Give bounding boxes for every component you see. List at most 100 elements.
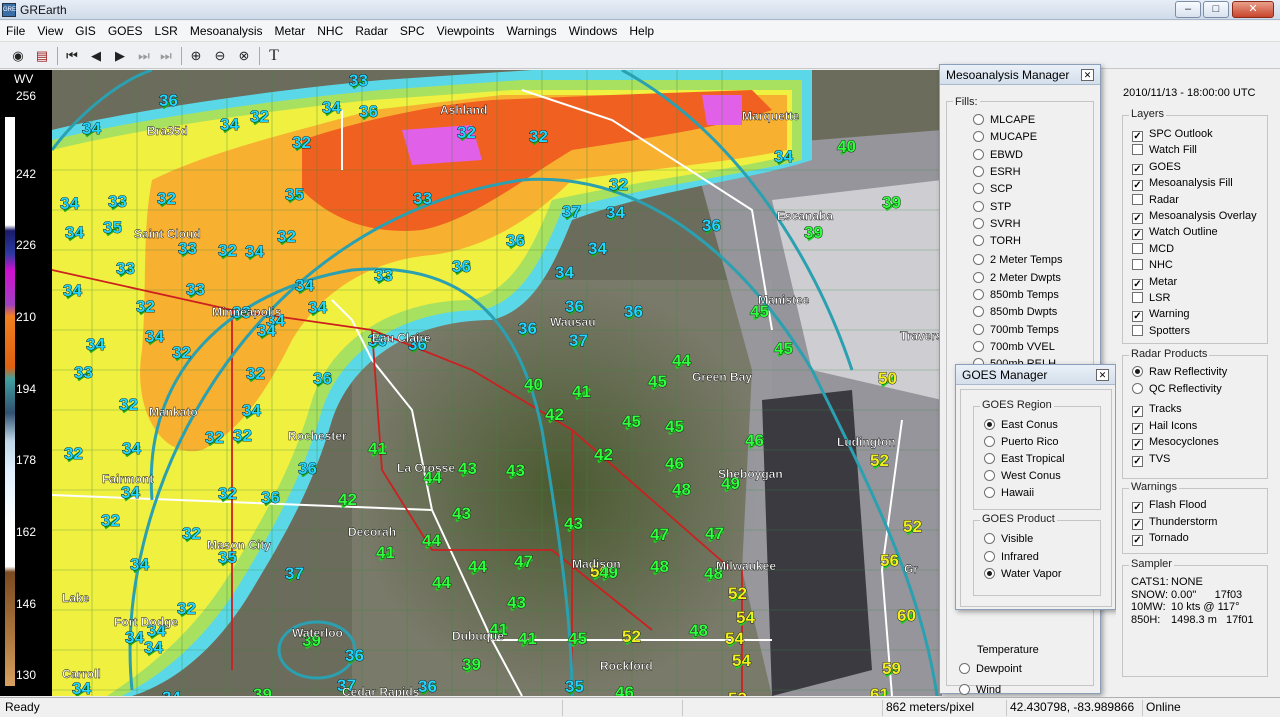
radio-button[interactable] <box>973 114 984 125</box>
fill-option-ebwd[interactable]: EBWD <box>973 148 1023 165</box>
radio-button[interactable] <box>984 470 995 481</box>
checkbox[interactable] <box>1132 259 1143 271</box>
overlay-option-dewpoint[interactable]: Dewpoint <box>959 663 1022 679</box>
menu-lsr[interactable]: LSR <box>149 21 184 38</box>
radio-button[interactable] <box>973 165 984 177</box>
checkbox[interactable]: ✓ <box>1132 278 1143 290</box>
goes-region-west-conus[interactable]: West Conus <box>984 470 1061 486</box>
radar-qc-reflectivity[interactable]: QC Reflectivity <box>1132 382 1222 399</box>
checkbox[interactable]: ✓ <box>1132 131 1143 142</box>
radio-button[interactable] <box>973 289 984 300</box>
fill-option-stp[interactable]: STP <box>973 200 1011 217</box>
fill-option-torh[interactable]: TORH <box>973 235 1021 251</box>
checkbox[interactable]: ✓ <box>1132 535 1143 546</box>
layer-lsr[interactable]: LSR <box>1132 292 1170 308</box>
radio-button[interactable] <box>973 254 984 266</box>
checkbox[interactable]: ✓ <box>1132 163 1143 175</box>
checkbox[interactable] <box>1132 242 1143 254</box>
play-icon[interactable]: ▶ <box>110 46 130 66</box>
minimize-button[interactable]: – <box>1175 1 1201 18</box>
radar-mesocyclones[interactable]: ✓ Mesocyclones <box>1132 436 1219 452</box>
menu-radar[interactable]: Radar <box>349 21 394 38</box>
last-frame-icon[interactable]: ⏭ <box>156 46 176 66</box>
layer-metar[interactable]: ✓ Metar <box>1132 276 1177 292</box>
fill-option-mucape[interactable]: MUCAPE <box>973 131 1037 147</box>
radio-button[interactable] <box>984 436 995 447</box>
warning-thunderstorm[interactable]: ✓ Thunderstorm <box>1132 516 1217 532</box>
checkbox[interactable]: ✓ <box>1132 406 1143 417</box>
layer-spc-outlook[interactable]: ✓ SPC Outlook <box>1132 128 1213 144</box>
radio-button[interactable] <box>984 453 995 464</box>
layer-watch-outline[interactable]: ✓ Watch Outline <box>1132 226 1218 242</box>
radio-button[interactable] <box>984 487 995 498</box>
checkbox[interactable]: ✓ <box>1132 422 1143 434</box>
goes-product-infrared[interactable]: Infrared <box>984 550 1039 567</box>
checkbox[interactable] <box>1132 324 1143 336</box>
map-canvas[interactable]: 343634 323234 363332 32403434 33 32 35 333237 34… <box>52 70 942 696</box>
radio-button[interactable] <box>973 323 984 335</box>
zoom-out-icon[interactable]: ⊖ <box>210 46 230 66</box>
goes-region-east-conus[interactable]: East Conus <box>984 419 1058 435</box>
menu-mesoanalysis[interactable]: Mesoanalysis <box>184 21 269 38</box>
checkbox[interactable]: ✓ <box>1132 518 1143 530</box>
radio-button[interactable] <box>973 131 984 143</box>
checkbox[interactable] <box>1132 292 1143 303</box>
close-icon[interactable]: ✕ <box>1096 369 1109 381</box>
checkbox[interactable]: ✓ <box>1132 502 1143 513</box>
menu-help[interactable]: Help <box>623 21 660 38</box>
goes-product-visible[interactable]: Visible <box>984 533 1033 549</box>
checkbox[interactable]: ✓ <box>1132 439 1143 450</box>
checkbox[interactable] <box>1132 144 1143 156</box>
goes-region-puerto-rico[interactable]: Puerto Rico <box>984 436 1058 452</box>
fill-option-scp[interactable]: SCP <box>973 183 1013 199</box>
checkbox[interactable]: ✓ <box>1132 180 1143 192</box>
prev-frame-icon[interactable]: ◀ <box>86 46 106 66</box>
radio-button[interactable] <box>959 663 970 674</box>
warning-tornado[interactable]: ✓ Tornado <box>1132 532 1189 548</box>
layer-radar[interactable]: Radar <box>1132 193 1179 210</box>
radio-button[interactable] <box>984 550 995 562</box>
fill-option-850mb-temps[interactable]: 850mb Temps <box>973 289 1059 305</box>
menu-goes[interactable]: GOES <box>102 21 149 38</box>
layer-watch-fill[interactable]: Watch Fill <box>1132 144 1197 160</box>
fill-option-mlcape[interactable]: MLCAPE <box>973 114 1035 130</box>
radio-button[interactable] <box>984 533 995 544</box>
radio-button[interactable] <box>959 684 970 695</box>
radio-button[interactable] <box>973 235 984 247</box>
first-frame-icon[interactable]: ⏮ <box>62 46 82 66</box>
menu-metar[interactable]: Metar <box>269 21 312 38</box>
fill-option-700mb-temps[interactable]: 700mb Temps <box>973 323 1059 340</box>
goes-product-water-vapor[interactable]: Water Vapor <box>984 568 1062 584</box>
fill-option-850mb-dwpts[interactable]: 850mb Dwpts <box>973 306 1057 322</box>
radar-tracks[interactable]: ✓ Tracks <box>1132 403 1182 419</box>
layer-spotters[interactable]: Spotters <box>1132 324 1190 341</box>
radar-hail-icons[interactable]: ✓ Hail Icons <box>1132 420 1197 436</box>
checkbox[interactable] <box>1132 193 1143 205</box>
checkbox[interactable]: ✓ <box>1132 455 1143 467</box>
checkbox[interactable]: ✓ <box>1132 213 1143 224</box>
fill-option-2-meter-temps[interactable]: 2 Meter Temps <box>973 254 1063 270</box>
layer-mesoanalysis-fill[interactable]: ✓ Mesoanalysis Fill <box>1132 177 1233 193</box>
menu-warnings[interactable]: Warnings <box>500 21 562 38</box>
menu-gis[interactable]: GIS <box>69 21 102 38</box>
restore-button[interactable]: □ <box>1203 1 1229 18</box>
map-view[interactable]: 34 36 34 32 32 34 36 33 32 32 40 34 34 33 32 35 33 32 37 34… <box>52 70 942 696</box>
radio-button[interactable] <box>984 568 995 579</box>
zoom-reset-icon[interactable]: ⊗ <box>234 46 254 66</box>
menu-viewpoints[interactable]: Viewpoints <box>431 21 501 38</box>
radar-raw-reflectivity[interactable]: Raw Reflectivity <box>1132 366 1227 382</box>
close-icon[interactable]: ✕ <box>1081 69 1094 81</box>
layer-warning[interactable]: ✓ Warning <box>1132 308 1190 324</box>
checkbox[interactable]: ✓ <box>1132 229 1143 241</box>
eraser-icon[interactable]: ▤ <box>32 46 52 66</box>
menu-view[interactable]: View <box>31 21 69 38</box>
text-tool-icon[interactable]: T <box>264 46 284 66</box>
fill-option-svrh[interactable]: SVRH <box>973 217 1021 234</box>
radio-button[interactable] <box>973 271 984 283</box>
layer-nhc[interactable]: NHC <box>1132 259 1173 275</box>
globe-icon[interactable]: ◉ <box>8 46 28 66</box>
fill-option-2-meter-dwpts[interactable]: 2 Meter Dwpts <box>973 271 1061 288</box>
fill-option-esrh[interactable]: ESRH <box>973 165 1021 182</box>
checkbox[interactable]: ✓ <box>1132 311 1143 323</box>
menu-nhc[interactable]: NHC <box>311 21 349 38</box>
